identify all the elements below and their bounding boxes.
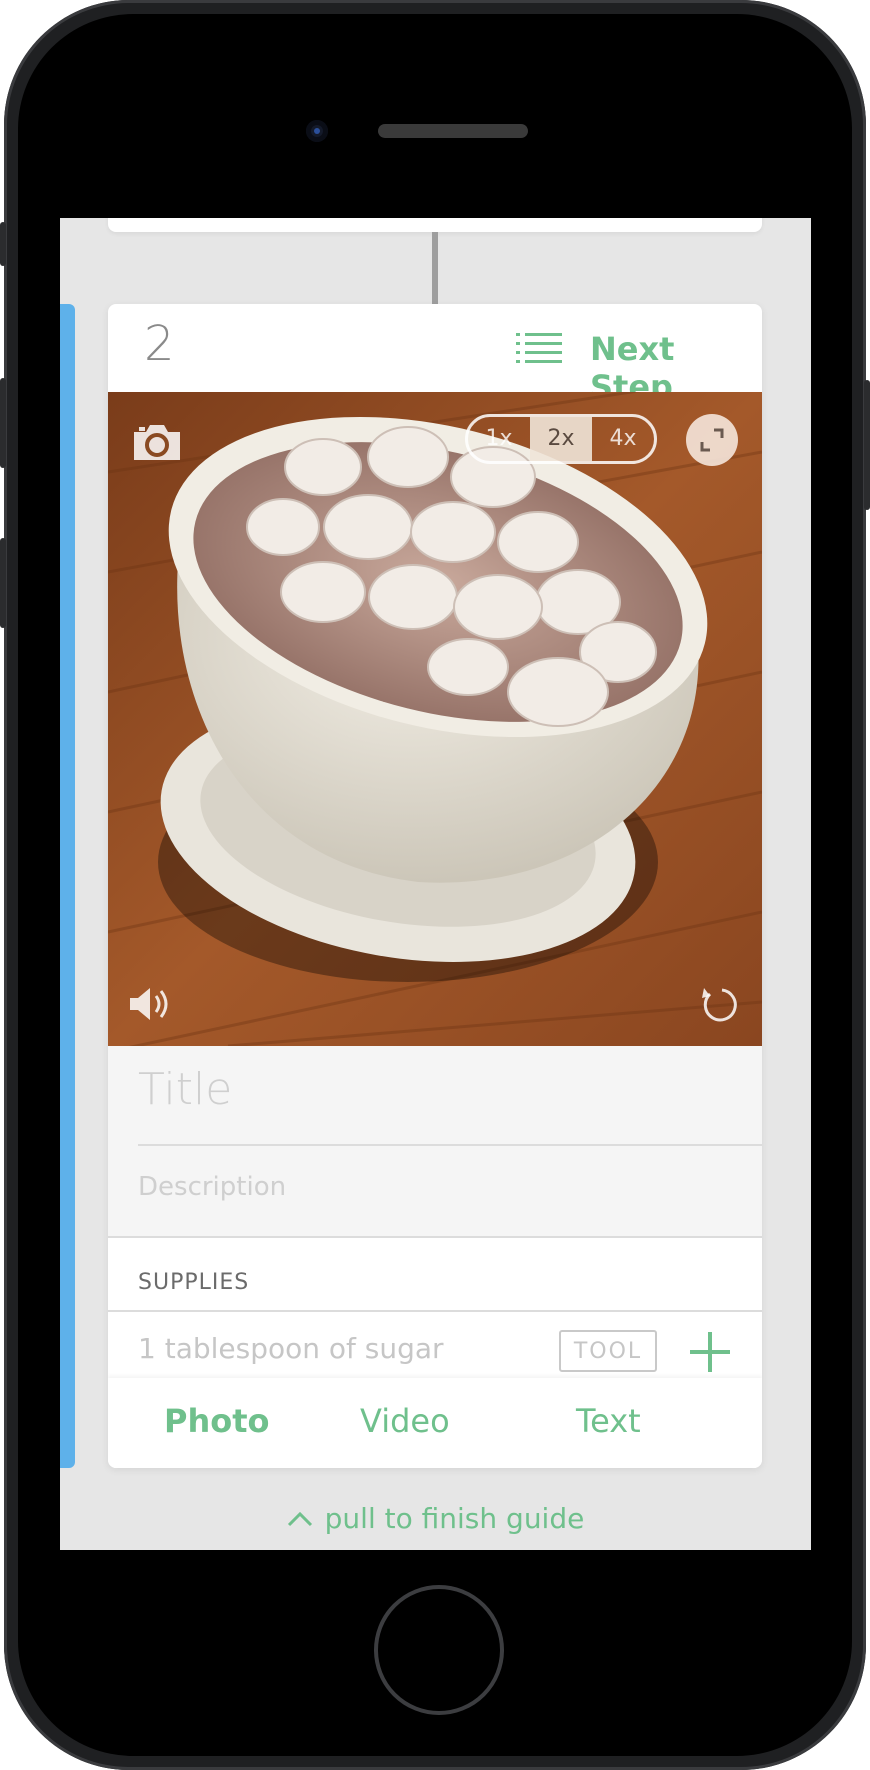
active-step-indicator xyxy=(60,304,75,1468)
tab-video[interactable]: Video xyxy=(360,1402,450,1440)
zoom-option-4x[interactable]: 4x xyxy=(592,417,654,461)
power-button xyxy=(864,380,870,510)
rotate-icon[interactable] xyxy=(698,982,742,1026)
divider xyxy=(108,1310,762,1312)
description-input[interactable]: Description xyxy=(138,1172,286,1202)
supply-item-input[interactable]: 1 tablespoon of sugar xyxy=(138,1332,444,1365)
step-photo[interactable]: 1x 2x 4x xyxy=(108,392,762,1046)
volume-up-button xyxy=(0,378,6,468)
pull-to-finish[interactable]: pull to finish guide xyxy=(60,1502,811,1535)
sound-icon[interactable] xyxy=(128,982,176,1026)
chevron-up-icon xyxy=(287,1502,313,1535)
expand-icon[interactable] xyxy=(686,414,738,466)
mute-switch xyxy=(0,222,6,266)
step-card: 2 Next Step 1x 2x 4x Title Description S… xyxy=(108,304,762,1468)
supplies-heading: SUPPLIES xyxy=(138,1270,250,1295)
tab-photo[interactable]: Photo xyxy=(164,1402,270,1440)
app-screen: 2 Next Step 1x 2x 4x Title Description S… xyxy=(60,218,811,1550)
step-number: 2 xyxy=(144,316,175,372)
step-header: 2 Next Step xyxy=(108,304,762,406)
list-icon[interactable] xyxy=(516,332,562,364)
zoom-option-2x[interactable]: 2x xyxy=(530,417,592,461)
plus-icon[interactable] xyxy=(688,1330,732,1374)
pull-hint-label: pull to finish guide xyxy=(324,1502,585,1535)
title-input[interactable]: Title xyxy=(138,1064,232,1115)
media-type-tabs: Photo Video Text xyxy=(108,1378,762,1468)
volume-down-button xyxy=(0,538,6,628)
zoom-selector: 1x 2x 4x xyxy=(465,414,657,464)
home-button[interactable] xyxy=(374,1585,504,1715)
divider xyxy=(108,1236,762,1238)
previous-step-card[interactable] xyxy=(108,218,762,232)
tool-toggle[interactable]: TOOL xyxy=(559,1330,657,1372)
front-camera xyxy=(306,120,328,142)
earpiece-speaker xyxy=(378,124,528,138)
hot-chocolate-photo xyxy=(108,392,762,1046)
divider xyxy=(138,1144,762,1146)
step-text-fields: Title Description xyxy=(108,1046,762,1238)
camera-icon[interactable] xyxy=(130,420,184,464)
tab-text[interactable]: Text xyxy=(576,1402,641,1440)
zoom-option-1x[interactable]: 1x xyxy=(468,417,530,461)
